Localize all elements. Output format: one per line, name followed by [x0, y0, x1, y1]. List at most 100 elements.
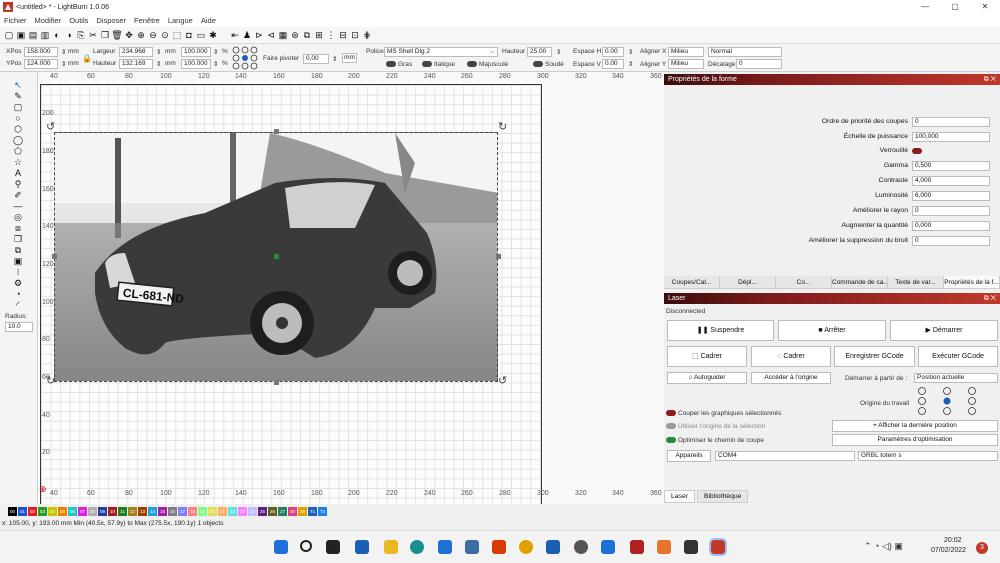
spin-icon[interactable]: ⇕	[61, 48, 66, 56]
aligny-select[interactable]: Milieu	[668, 59, 704, 69]
palette-swatch[interactable]: 23	[238, 506, 247, 516]
open-file-icon[interactable]: ▣	[16, 30, 26, 41]
xpos-input[interactable]: 158.000	[24, 47, 58, 57]
save-gcode-button[interactable]: Enregistrer GCode	[834, 346, 915, 367]
radius-input[interactable]: 10.0	[5, 322, 33, 332]
property-value[interactable]: 6,000	[912, 191, 990, 201]
tools-icon[interactable]: ✱	[208, 30, 218, 41]
palette-swatch[interactable]: 15	[158, 506, 167, 516]
settings-icon[interactable]	[574, 540, 588, 554]
offset-icon[interactable]: ⧈	[12, 223, 24, 233]
handle-left[interactable]	[52, 254, 57, 259]
frame-rect-button[interactable]: ⬚ Cadrer	[667, 346, 747, 367]
palette-swatch[interactable]: T2	[318, 506, 327, 516]
copy-along-icon[interactable]: ❐	[12, 234, 24, 244]
property-value[interactable]: 0	[912, 117, 990, 127]
property-value[interactable]: 0,000	[912, 221, 990, 231]
group-icon[interactable]: ⊟	[338, 30, 348, 41]
cut-selected-toggle[interactable]: Couper les graphiques sélectionnés	[666, 410, 781, 417]
grid-icon[interactable]: ▦	[278, 30, 288, 41]
origin-selector-icon[interactable]	[232, 46, 260, 70]
menu-window[interactable]: Fenêtre	[134, 16, 160, 25]
weld-tool-icon[interactable]: ◔	[12, 289, 24, 299]
palette-swatch[interactable]: 29	[298, 506, 307, 516]
rotate-unit[interactable]: mm	[342, 53, 357, 63]
spin-icon[interactable]: ⇕	[156, 48, 161, 56]
show-last-position-button[interactable]: ⌖ Afficher la dernière position	[832, 420, 998, 432]
port-select[interactable]: COM4	[715, 451, 855, 461]
weld-icon[interactable]: ⊞	[314, 30, 324, 41]
dock-icon[interactable]: ⊡	[350, 30, 360, 41]
scale-width-input[interactable]: 100.000	[181, 47, 211, 57]
rotate-handle-icon[interactable]: ↺	[46, 120, 55, 133]
office-icon[interactable]	[492, 540, 506, 554]
canvas-area[interactable]: 40 60 80 100 120 140 160 180 200 220 240…	[38, 72, 664, 504]
palette-swatch[interactable]: 25	[258, 506, 267, 516]
stop-button[interactable]: ■ Arrêter	[778, 320, 886, 341]
palette-swatch[interactable]: 26	[268, 506, 277, 516]
panel-close-icon[interactable]: ⧉ ✕	[984, 74, 996, 85]
palette-swatch[interactable]: 24	[248, 506, 257, 516]
undo-icon[interactable]: ◐	[52, 30, 62, 41]
handle-right[interactable]	[496, 254, 501, 259]
ellipse-icon[interactable]: ○	[12, 113, 24, 123]
palette-swatch[interactable]: 16	[168, 506, 177, 516]
flip-icon[interactable]: ⧉	[12, 245, 24, 255]
tab-move[interactable]: Dépl...	[720, 276, 776, 288]
palette-swatch[interactable]: 01	[18, 506, 27, 516]
tab-laser[interactable]: Laser	[664, 490, 696, 503]
spin-icon[interactable]: ⇕	[156, 60, 161, 68]
palette-swatch[interactable]: 12	[128, 506, 137, 516]
tab-console[interactable]: Co...	[776, 276, 832, 288]
app-icon[interactable]	[601, 540, 615, 554]
menu-file[interactable]: Fichier	[4, 16, 27, 25]
job-origin-selector-icon[interactable]	[914, 386, 984, 416]
clock-date[interactable]: 07/02/2022	[931, 547, 966, 554]
boolean-icon[interactable]: ⧉	[302, 30, 312, 41]
edge-icon[interactable]	[410, 540, 424, 554]
widgets-icon[interactable]	[355, 540, 369, 554]
tab-library[interactable]: Bibliothèque	[697, 490, 749, 503]
property-value[interactable]: 0	[912, 206, 990, 216]
palette-swatch[interactable]: 05	[58, 506, 67, 516]
menu-language[interactable]: Langue	[168, 16, 193, 25]
bold-toggle[interactable]: Gras	[386, 61, 412, 68]
zoom-selection-icon[interactable]: ⬚	[172, 30, 182, 41]
optimization-settings-button[interactable]: Paramètres d'optimisation	[832, 434, 998, 446]
palette-swatch[interactable]: 19	[198, 506, 207, 516]
palette-swatch[interactable]: 27	[278, 506, 287, 516]
spin-icon[interactable]: ⇕	[628, 60, 633, 68]
welded-toggle[interactable]: Soudé	[533, 61, 564, 68]
new-file-icon[interactable]: ▢	[4, 30, 14, 41]
minimize-button[interactable]: —	[910, 0, 940, 14]
device-select[interactable]: GRBL totem s	[858, 451, 998, 461]
maximize-button[interactable]: ▢	[940, 0, 970, 14]
mirror-v-icon[interactable]: ⊲	[266, 30, 276, 41]
search-icon[interactable]	[300, 540, 312, 552]
rotate-input[interactable]: 0,00	[303, 54, 329, 64]
chrome-icon[interactable]	[519, 540, 533, 554]
measure-icon[interactable]: ✐	[12, 190, 24, 200]
align-left-icon[interactable]: ⇤	[230, 30, 240, 41]
rotate-handle-icon[interactable]: ↻	[46, 374, 55, 387]
palette-swatch[interactable]: 21	[218, 506, 227, 516]
rounded-corner-icon[interactable]: ◜	[12, 300, 24, 310]
palette-swatch[interactable]: 20	[208, 506, 217, 516]
pause-button[interactable]: ❚❚ Suspendre	[667, 320, 774, 341]
spin-icon[interactable]: ⇕	[213, 60, 218, 68]
lightburn-taskbar-icon[interactable]	[630, 540, 644, 554]
frame-circle-button[interactable]: ◌ Cadrer	[751, 346, 831, 367]
palette-swatch[interactable]: 11	[118, 506, 127, 516]
camera-icon[interactable]: ◘	[184, 30, 194, 41]
rotate-handle-icon[interactable]: ↻	[498, 120, 507, 133]
offset-input[interactable]: 0	[736, 59, 782, 69]
spin-icon[interactable]: ⇕	[213, 48, 218, 56]
cut-icon[interactable]: ✂	[88, 30, 98, 41]
tab-command[interactable]: Commande de ca...	[832, 276, 888, 288]
zoom-in-icon[interactable]: ⊕	[136, 30, 146, 41]
zoom-fit-icon[interactable]: ⊙	[160, 30, 170, 41]
monitor-icon[interactable]: ▭	[196, 30, 206, 41]
windows-start-icon[interactable]	[274, 540, 288, 554]
hspace-input[interactable]: 0.00	[602, 47, 624, 57]
system-tray-icons[interactable]: ⌃ ◔ ◁) ▣	[864, 541, 903, 552]
